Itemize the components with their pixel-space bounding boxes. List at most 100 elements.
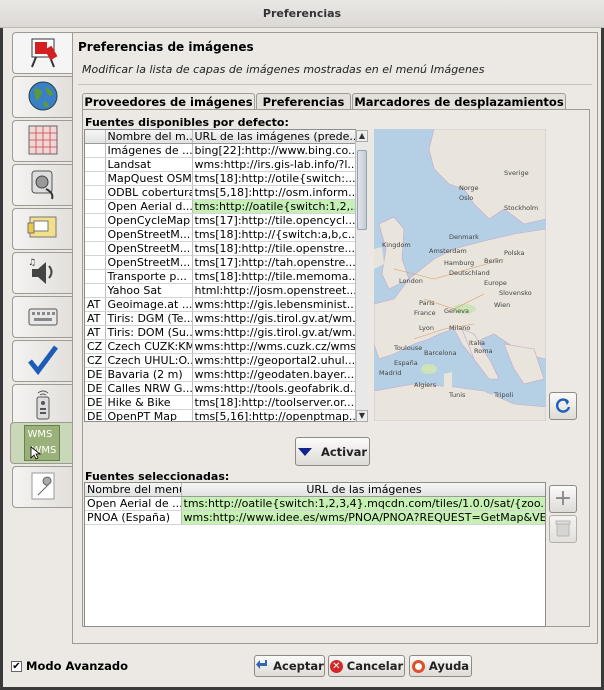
lifebuoy-icon xyxy=(411,659,425,673)
plug-icon xyxy=(26,167,60,204)
checkbox-checked-icon: ✔ xyxy=(11,660,22,672)
sidebar-item-display[interactable] xyxy=(12,32,72,74)
available-source-row[interactable]: Landsat wms:http://irs.gis-lab.info/?l... xyxy=(85,157,355,172)
available-source-row[interactable]: OpenStreetM... tms[18]:http://tile.openst… xyxy=(85,241,355,256)
ok-button-label: Aceptar xyxy=(273,659,324,673)
available-source-row[interactable]: Yahoo Sat html:http://josm.openstreet... xyxy=(85,283,355,298)
sidebar-item-map[interactable] xyxy=(12,76,72,118)
available-source-row[interactable]: Imágenes de ... bing[22]:http://www.bing.… xyxy=(85,143,355,158)
activate-button[interactable]: Activar xyxy=(295,437,370,466)
cell-name: Hike & Bike xyxy=(105,395,193,410)
cell-name: OpenStreetM... xyxy=(105,227,193,242)
cell-url: tms[18]:http://tile.openstre... xyxy=(192,241,355,256)
sidebar-item-wms[interactable]: WMS WMS xyxy=(10,422,72,464)
map-label: Slovensko xyxy=(499,289,532,297)
plus-icon: + xyxy=(553,486,573,511)
scroll-down-arrow-icon[interactable]: ▼ xyxy=(356,410,368,422)
help-button[interactable]: Ayuda xyxy=(409,655,472,677)
available-source-row[interactable]: OpenCycleMap tms[17]:http://tile.opencycl… xyxy=(85,213,355,228)
map-label: Europe xyxy=(484,279,507,287)
cancel-button[interactable]: ✕ Cancelar xyxy=(328,655,405,677)
map-label: Berlin xyxy=(484,257,503,265)
sidebar-item-projection[interactable] xyxy=(12,120,72,162)
cell-url: wms:http://tools.geofabrik.d... xyxy=(192,381,355,396)
cell-url: tms[17]:http://tile.opencycl... xyxy=(192,213,355,228)
delete-source-button[interactable] xyxy=(549,515,577,543)
available-source-row[interactable]: CZ Czech UHUL:O... wms:http://geoportal2.u… xyxy=(85,353,355,368)
cell-name: OpenStreetM... xyxy=(105,255,193,270)
available-source-row[interactable]: Transporte p... tms[18]:http://tile.memom… xyxy=(85,269,355,284)
map-label: Denmark xyxy=(449,233,479,241)
cell-name: Bavaria (2 m) xyxy=(105,367,193,382)
refresh-map-button[interactable] xyxy=(549,392,577,420)
sidebar-item-presets[interactable] xyxy=(12,208,72,250)
cell-name: Tiris: DGM (Te... xyxy=(105,311,193,326)
cell-url: wms:http://gis.tirol.gv.at/wm... xyxy=(192,325,355,340)
cell-name: Czech UHUL:O... xyxy=(105,353,193,368)
cell-name: Geoimage.at ... xyxy=(105,297,193,312)
cancel-button-label: Cancelar xyxy=(346,659,404,673)
sidebar-item-audio[interactable]: ♫ xyxy=(12,252,72,294)
cell-url: wms:http://geoportal2.uhul.... xyxy=(192,353,355,368)
sidebar-item-shortcuts[interactable] xyxy=(12,296,72,338)
cell-name: Czech CUZK:KM xyxy=(105,339,193,354)
map-label: España xyxy=(394,359,418,367)
tab-preferences[interactable]: Preferencias xyxy=(256,93,351,110)
available-table-scrollbar[interactable]: ▲ ▼ xyxy=(355,130,368,422)
selected-sources-table[interactable]: Nombre del menú URL de las imágenes Open… xyxy=(84,482,546,627)
available-source-row[interactable]: MapQuest OSM tms[18]:http://otile{switch:… xyxy=(85,171,355,186)
cell-country xyxy=(85,171,106,186)
map-label: London xyxy=(399,277,423,285)
window-titlebar: Preferencias xyxy=(0,0,604,28)
column-header-name[interactable]: Nombre del m... xyxy=(105,130,193,144)
scroll-up-arrow-icon[interactable]: ▲ xyxy=(356,130,368,142)
available-source-row[interactable]: Open Aerial d... tms:http://oatile{switch… xyxy=(85,199,355,214)
selected-source-row[interactable]: PNOA (España) wms:http://www.idee.es/wms/… xyxy=(85,510,545,525)
grid-map-icon xyxy=(26,123,60,160)
available-source-row[interactable]: CZ Czech CUZK:KM wms:http://wms.cuzk.cz/wm… xyxy=(85,339,355,354)
window-title: Preferencias xyxy=(262,7,342,20)
available-source-row[interactable]: AT Tiris: DOM (Su... wms:http://gis.tirol.… xyxy=(85,325,355,340)
available-source-row[interactable]: OpenStreetM... tms[18]:http://{switch:a,b… xyxy=(85,227,355,242)
map-label: Toulouse xyxy=(394,344,423,352)
sidebar-item-validator[interactable] xyxy=(12,340,72,382)
cell-url: tms:http://oatile{switch:1,2,3,4}.mqcdn.… xyxy=(181,496,545,511)
cell-country xyxy=(85,157,106,172)
available-source-row[interactable]: ODBL cobertura tms[5,18]:http://osm.infor… xyxy=(85,185,355,200)
sidebar-item-connection[interactable] xyxy=(12,164,72,206)
available-source-row[interactable]: OpenStreetM... tms[17]:http://tah.openstr… xyxy=(85,255,355,270)
available-source-row[interactable]: AT Tiris: DGM (Te... wms:http://gis.tirol.… xyxy=(85,311,355,326)
cell-url: tms[17]:http://tah.openstre... xyxy=(192,255,355,270)
tab-offset-bookmarks[interactable]: Marcadores de desplazamientos xyxy=(352,93,566,110)
coverage-map[interactable]: Kingdom Amsterdam Hamburg London Berlin Deuts… xyxy=(374,129,546,421)
available-sources-table[interactable]: Nombre del m... URL de las imágenes (pre… xyxy=(84,129,356,422)
available-source-row[interactable]: DE OpenPT Map tms[5,16]:http://openptmap..… xyxy=(85,409,355,421)
cell-country: DE xyxy=(85,395,106,410)
cell-url: wms:http://www.idee.es/wms/PNOA/PNOA?REQ… xyxy=(181,510,545,525)
available-source-row[interactable]: DE Hike & Bike tms[18]:http://toolserver.o… xyxy=(85,395,355,410)
cell-name: MapQuest OSM xyxy=(105,171,193,186)
column-header-country[interactable] xyxy=(85,130,106,144)
map-label: Hamburg xyxy=(444,259,475,267)
map-label: Stockholm xyxy=(504,204,539,212)
cell-country: CZ xyxy=(85,353,106,368)
add-source-button[interactable]: + xyxy=(549,485,577,513)
cell-country: AT xyxy=(85,325,106,340)
available-source-row[interactable]: DE Calles NRW G... wms:http://tools.geofab… xyxy=(85,381,355,396)
available-source-row[interactable]: AT Geoimage.at ... wms:http://gis.lebensmi… xyxy=(85,297,355,312)
column-header-url[interactable]: URL de las imágenes (prede... xyxy=(192,130,355,144)
available-source-row[interactable]: DE Bavaria (2 m) wms:http://geodaten.bayer… xyxy=(85,367,355,382)
map-label: Polska xyxy=(504,249,525,257)
cell-country xyxy=(85,241,106,256)
selected-source-row[interactable]: Open Aerial de ... tms:http://oatile{swit… xyxy=(85,496,545,511)
scrollbar-thumb[interactable] xyxy=(357,150,367,230)
sidebar-item-advanced[interactable] xyxy=(12,466,72,508)
map-label: Paris xyxy=(419,299,435,307)
selected-column-header-url[interactable]: URL de las imágenes xyxy=(181,483,545,497)
sidebar-item-remote-control[interactable] xyxy=(12,384,72,426)
cell-country xyxy=(85,283,106,298)
ok-button[interactable]: Aceptar xyxy=(254,655,325,677)
cell-country: CZ xyxy=(85,339,106,354)
advanced-mode-checkbox[interactable]: ✔ Modo Avanzado xyxy=(11,659,128,673)
selected-column-header-name[interactable]: Nombre del menú xyxy=(85,483,182,497)
